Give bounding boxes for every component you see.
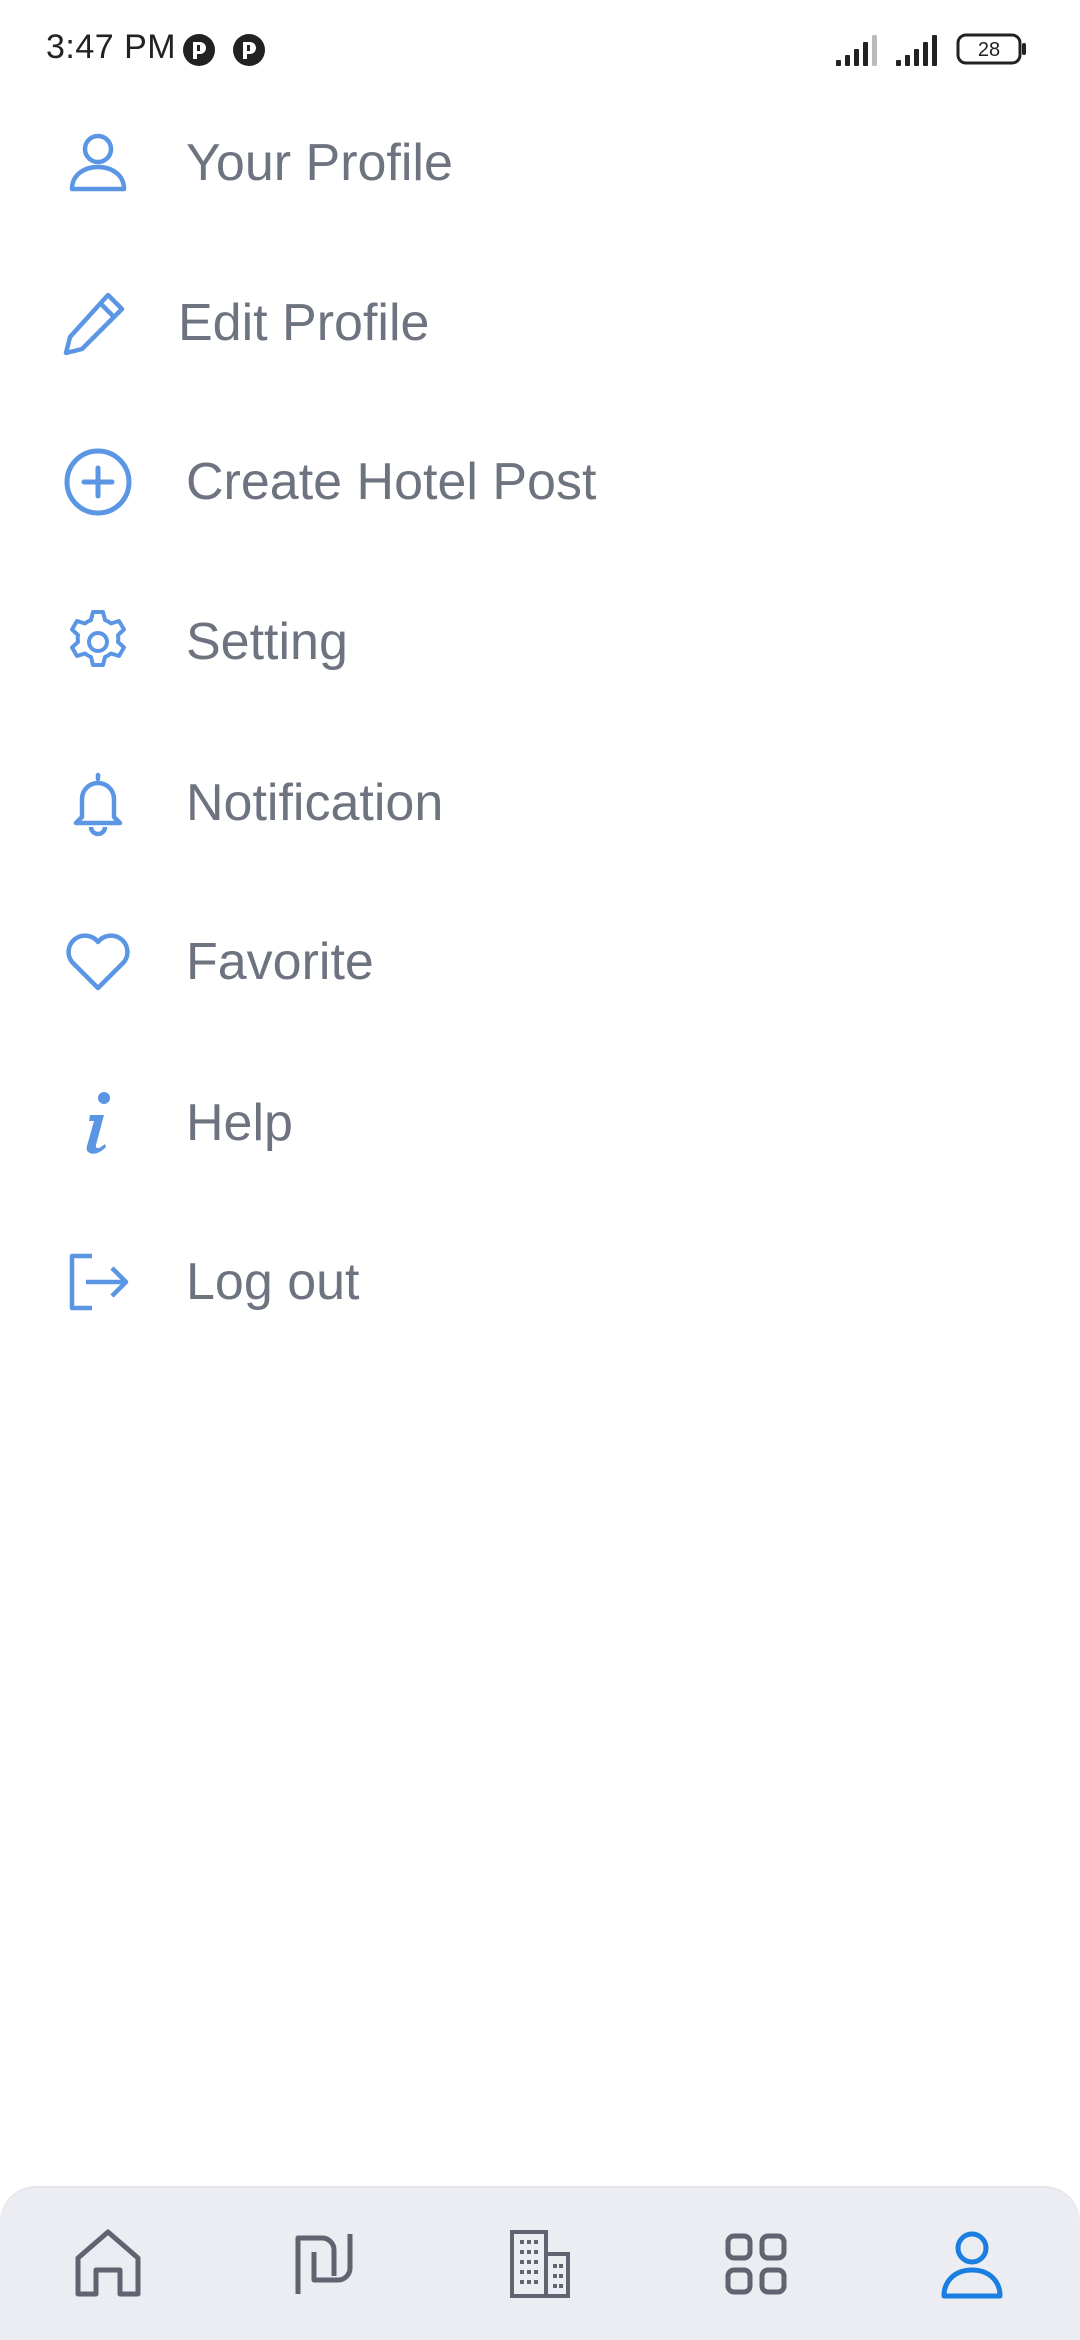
- grid-icon[interactable]: [716, 2224, 796, 2304]
- battery-icon: 28: [956, 33, 1026, 65]
- building-icon[interactable]: [500, 2224, 580, 2304]
- menu-item-label: Notification: [186, 774, 444, 832]
- signal-strength-icon: [836, 35, 877, 66]
- logout-icon: [69, 1253, 129, 1311]
- menu-item-help[interactable]: Help: [0, 1063, 1080, 1183]
- menu-item-your-profile[interactable]: Your Profile: [0, 103, 1080, 223]
- menu-item-label: Favorite: [186, 933, 374, 991]
- menu-item-label: Log out: [186, 1253, 360, 1311]
- status-time: 3:47 PM: [46, 28, 177, 66]
- menu-item-favorite[interactable]: Favorite: [0, 902, 1080, 1022]
- shekel-icon[interactable]: [284, 2224, 364, 2304]
- info-icon: [86, 1092, 110, 1154]
- bell-icon: [73, 772, 123, 837]
- home-icon[interactable]: [68, 2224, 148, 2304]
- menu-item-label: Create Hotel Post: [186, 453, 597, 511]
- menu-item-notification[interactable]: Notification: [0, 743, 1080, 863]
- menu-item-label: Setting: [186, 613, 348, 671]
- user-icon: [69, 133, 127, 192]
- app-notification-icon: [183, 34, 215, 66]
- menu-item-create-hotel-post[interactable]: Create Hotel Post: [0, 422, 1080, 542]
- gear-icon: [70, 610, 126, 667]
- profile-menu-screen: 3:47 PM 28 Your Profile Edit Profile Cre…: [0, 0, 1080, 2340]
- signal-strength-icon: [896, 35, 937, 66]
- heart-icon: [66, 933, 130, 991]
- menu-item-log-out[interactable]: Log out: [0, 1222, 1080, 1342]
- profile-tab-icon[interactable]: [932, 2224, 1012, 2304]
- app-notification-icon: [233, 34, 265, 66]
- status-bar: 3:47 PM 28: [0, 0, 1080, 100]
- menu-item-label: Your Profile: [186, 134, 453, 192]
- battery-level: 28: [978, 39, 1000, 61]
- menu-item-label: Edit Profile: [178, 294, 430, 352]
- menu-item-edit-profile[interactable]: Edit Profile: [0, 263, 1080, 383]
- bottom-navigation: [0, 2186, 1080, 2340]
- menu-item-label: Help: [186, 1094, 293, 1152]
- pencil-icon: [63, 292, 125, 356]
- plus-circle-icon: [64, 448, 132, 516]
- menu-item-setting[interactable]: Setting: [0, 582, 1080, 702]
